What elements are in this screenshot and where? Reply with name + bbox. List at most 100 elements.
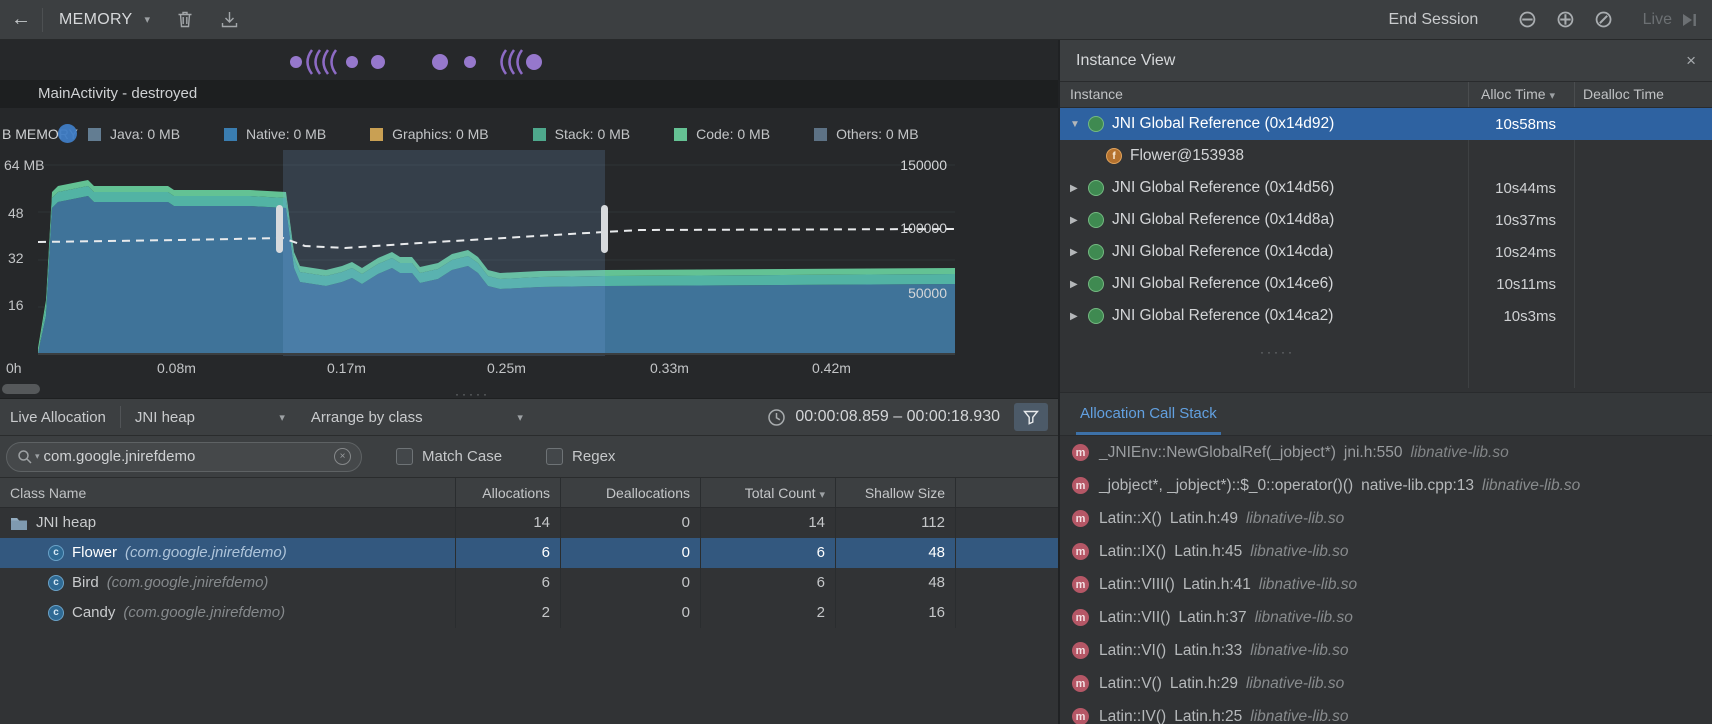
deallocations-value: 0 xyxy=(560,598,700,628)
export-recording-button[interactable] xyxy=(220,10,239,29)
filter-button[interactable] xyxy=(1014,403,1048,431)
stack-frame-row[interactable]: m Latin::X() Latin.h:49 libnative-lib.so xyxy=(1060,502,1712,535)
panel-title: Instance View xyxy=(1076,52,1175,70)
legend-label: Java: 0 MB xyxy=(110,126,180,142)
expand-arrow-icon[interactable]: ▶ xyxy=(1070,183,1088,194)
live-button[interactable]: Live xyxy=(1643,11,1672,29)
back-button[interactable]: ← xyxy=(0,8,42,31)
reset-zoom-icon[interactable]: ⊘ xyxy=(1594,8,1614,32)
checkbox-box[interactable] xyxy=(396,448,413,465)
stack-frame-row[interactable]: m Latin::V() Latin.h:29 libnative-lib.so xyxy=(1060,667,1712,700)
splitter-handle[interactable]: ····· xyxy=(1260,348,1295,356)
legend-item-stack: Stack: 0 MB xyxy=(533,126,630,142)
stack-frame-row[interactable]: m _JNIEnv::NewGlobalRef(_jobject*) jni.h… xyxy=(1060,436,1712,469)
total-count-value: 14 xyxy=(700,508,835,538)
end-session-button[interactable]: End Session xyxy=(1388,11,1478,29)
toolbar-separator xyxy=(42,8,43,32)
splitter-handle[interactable]: ····· xyxy=(455,390,490,398)
clear-search-icon[interactable]: × xyxy=(334,448,351,465)
y-axis-label: 64 MB xyxy=(4,157,44,173)
heap-folder-icon xyxy=(10,516,28,531)
table-row-candy[interactable]: c Candy (com.google.jnirefdemo) 2 0 2 16 xyxy=(0,598,1058,628)
instance-view-titlebar: Instance View × xyxy=(1060,40,1712,82)
match-case-checkbox[interactable]: Match Case xyxy=(396,448,502,465)
column-total-count[interactable]: Total Count ▾ xyxy=(700,478,835,507)
method-icon: m xyxy=(1072,609,1089,626)
total-count-value: 6 xyxy=(700,538,835,568)
expand-arrow-icon[interactable]: ▶ xyxy=(1070,215,1088,226)
column-dealloc-time[interactable]: Dealloc Time xyxy=(1574,82,1712,107)
zoom-out-icon[interactable]: ⊖ xyxy=(1517,8,1537,32)
column-label: Alloc Time xyxy=(1481,86,1546,102)
table-row-bird[interactable]: c Bird (com.google.jnirefdemo) 6 0 6 48 xyxy=(0,568,1058,598)
selection-time-range: 00:00:08.859 – 00:00:18.930 xyxy=(795,408,1000,426)
memory-usage-chart[interactable]: 64 MB 48 32 16 150000 100000 50000 xyxy=(0,150,1058,356)
frame-location: Latin.h:45 xyxy=(1174,543,1242,561)
method-icon: m xyxy=(1072,444,1089,461)
method-icon: m xyxy=(1072,477,1089,494)
instance-row[interactable]: ▼ JNI Global Reference (0x14d92) 10s58ms xyxy=(1060,108,1712,140)
tab-allocation-call-stack[interactable]: Allocation Call Stack xyxy=(1076,405,1221,435)
selection-handle-left[interactable] xyxy=(276,205,283,253)
y2-axis-label: 150000 xyxy=(900,157,947,173)
regex-checkbox[interactable]: Regex xyxy=(546,448,615,465)
column-alloc-time[interactable]: Alloc Time ▾ xyxy=(1468,82,1574,107)
column-instance[interactable]: Instance xyxy=(1060,82,1468,107)
column-deallocations[interactable]: Deallocations xyxy=(560,478,700,507)
stack-frame-row[interactable]: m Latin::VI() Latin.h:33 libnative-lib.s… xyxy=(1060,634,1712,667)
instance-child-row[interactable]: f Flower@153938 xyxy=(1060,140,1712,172)
interaction-event-timeline[interactable] xyxy=(0,40,1058,80)
selection-handle-right[interactable] xyxy=(601,205,608,253)
legend-swatch xyxy=(224,128,237,141)
instance-row[interactable]: ▶ JNI Global Reference (0x14ce6) 10s11ms xyxy=(1060,268,1712,300)
expand-arrow-icon[interactable]: ▶ xyxy=(1070,247,1088,258)
collapse-arrow-icon[interactable]: ▼ xyxy=(1070,119,1088,130)
stack-frame-row[interactable]: m _jobject*, _jobject*)::$_0::operator()… xyxy=(1060,469,1712,502)
jni-reference-icon xyxy=(1088,276,1104,292)
download-icon xyxy=(220,10,239,29)
column-shallow-size[interactable]: Shallow Size xyxy=(835,478,955,507)
stack-frame-row[interactable]: m Latin::IX() Latin.h:45 libnative-lib.s… xyxy=(1060,535,1712,568)
shallow-size-value: 48 xyxy=(835,538,955,568)
table-row-jni-heap[interactable]: JNI heap 14 0 14 112 xyxy=(0,508,1058,538)
timeline-scrollbar-thumb[interactable] xyxy=(2,384,40,394)
stack-frame-row[interactable]: m Latin::VII() Latin.h:37 libnative-lib.… xyxy=(1060,601,1712,634)
allocations-value: 6 xyxy=(455,568,560,598)
close-icon[interactable]: × xyxy=(1686,51,1696,71)
go-live-icon[interactable] xyxy=(1680,12,1698,28)
instance-row[interactable]: ▶ JNI Global Reference (0x14d56) 10s44ms xyxy=(1060,172,1712,204)
delete-session-button[interactable] xyxy=(176,10,194,29)
column-class-name[interactable]: Class Name xyxy=(0,478,455,507)
legend-item-others: Others: 0 MB xyxy=(814,126,918,142)
expand-arrow-icon[interactable]: ▶ xyxy=(1070,279,1088,290)
instance-row[interactable]: ▶ JNI Global Reference (0x14cda) 10s24ms xyxy=(1060,236,1712,268)
allocation-toolbar: Live Allocation JNI heap ▾ Arrange by cl… xyxy=(0,398,1058,436)
method-icon: m xyxy=(1072,642,1089,659)
stack-frame-row[interactable]: m Latin::VIII() Latin.h:41 libnative-lib… xyxy=(1060,568,1712,601)
expand-arrow-icon[interactable]: ▶ xyxy=(1070,311,1088,322)
zoom-in-icon[interactable]: ⊕ xyxy=(1555,8,1575,32)
method-icon: m xyxy=(1072,708,1089,724)
session-selector-dropdown[interactable]: MEMORY ▾ xyxy=(59,11,150,29)
frame-location: Latin.h:25 xyxy=(1174,708,1242,724)
search-field[interactable]: ▾ × xyxy=(6,442,362,472)
time-range-selection[interactable] xyxy=(283,150,605,356)
arrange-selector-dropdown[interactable]: Arrange by class ▾ xyxy=(311,409,523,426)
heap-selector-dropdown[interactable]: JNI heap ▾ xyxy=(135,409,285,426)
frame-location: Latin.h:37 xyxy=(1179,609,1247,627)
session-label: MEMORY xyxy=(59,11,133,29)
stack-frame-row[interactable]: m Latin::IV() Latin.h:25 libnative-lib.s… xyxy=(1060,700,1712,724)
deallocations-value: 0 xyxy=(560,508,700,538)
instance-row[interactable]: ▶ JNI Global Reference (0x14d8a) 10s37ms xyxy=(1060,204,1712,236)
checkbox-box[interactable] xyxy=(546,448,563,465)
instance-view-panel: Instance View × Instance Alloc Time ▾ De… xyxy=(1058,40,1712,724)
search-options-chevron-icon[interactable]: ▾ xyxy=(35,451,40,462)
filter-icon xyxy=(1023,410,1039,425)
search-input[interactable] xyxy=(44,448,334,465)
table-row-flower[interactable]: c Flower (com.google.jnirefdemo) 6 0 6 4… xyxy=(0,538,1058,568)
frame-module: libnative-lib.so xyxy=(1259,576,1357,594)
instance-row[interactable]: ▶ JNI Global Reference (0x14ca2) 10s3ms xyxy=(1060,300,1712,332)
search-bar-row: ▾ × Match Case Regex xyxy=(0,436,1058,478)
column-allocations[interactable]: Allocations xyxy=(455,478,560,507)
frame-method: Latin::IX() xyxy=(1099,543,1166,561)
